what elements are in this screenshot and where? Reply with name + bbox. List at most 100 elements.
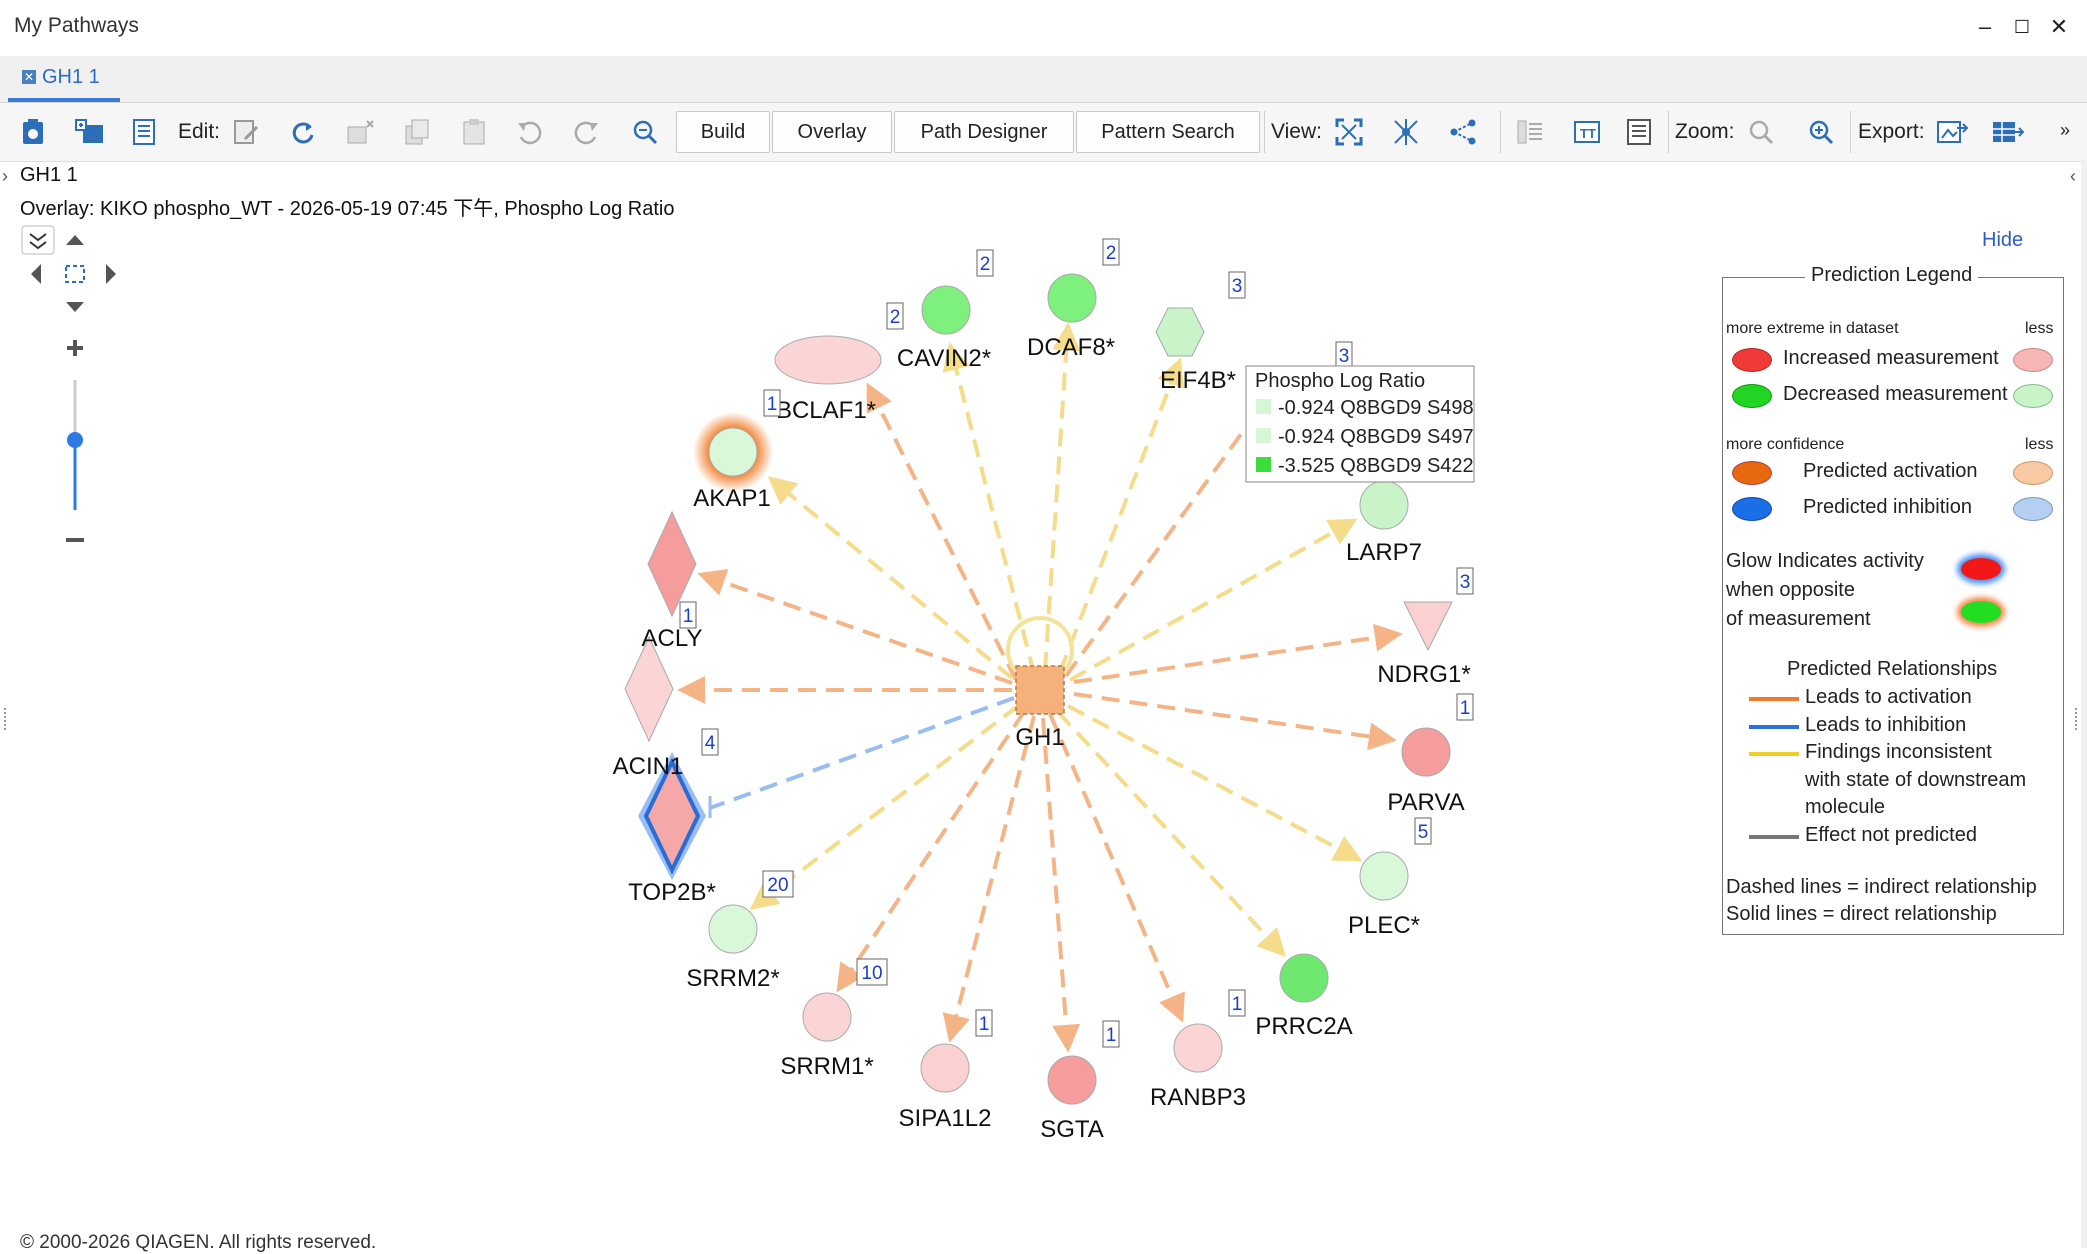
- node-srrm2[interactable]: [708, 904, 758, 954]
- legend-decreased: Decreased measurement: [1783, 383, 2008, 405]
- badge-akap1[interactable]: 1: [767, 394, 778, 415]
- edge-gh1-q8bgd9[interactable]: [1064, 406, 1262, 678]
- glow-orange-swatch: [1961, 601, 2001, 623]
- tooltip-title: Phospho Log Ratio: [1255, 370, 1425, 392]
- legend-predicted-activation: Predicted activation: [1803, 460, 1978, 482]
- label-plec: PLEC*: [1348, 912, 1420, 939]
- node-acin1[interactable]: [624, 635, 674, 743]
- legend-less: less: [2025, 320, 2054, 337]
- badge-srrm2[interactable]: 20: [767, 875, 788, 896]
- tooltip-swatch: [1256, 428, 1271, 443]
- phospho-tooltip: Phospho Log Ratio -0.924 Q8BGD9 S498 -0.…: [1245, 365, 1475, 483]
- badge-sipa1l2[interactable]: 1: [979, 1014, 990, 1035]
- node-dcaf8[interactable]: [1047, 273, 1097, 323]
- node-gh1[interactable]: [1015, 665, 1065, 715]
- zoom-slider-thumb[interactable]: [67, 432, 83, 448]
- increased-weak-swatch: [2013, 348, 2053, 372]
- navigation-controls: [21, 225, 116, 542]
- node-bclaf1[interactable]: [774, 335, 882, 385]
- edge-gh1-ndrg1[interactable]: [1073, 623, 1403, 684]
- badge-acin1[interactable]: 4: [705, 733, 716, 754]
- legend-title: Prediction Legend: [1805, 264, 1979, 287]
- node-ndrg1[interactable]: [1403, 601, 1453, 652]
- badge-plec[interactable]: 5: [1418, 822, 1429, 843]
- badge-cavin2-alt[interactable]: 2: [980, 254, 991, 275]
- edge-gh1-bclaf1[interactable]: [866, 382, 1018, 681]
- zoom-plus-icon[interactable]: [67, 340, 83, 356]
- node-srrm1[interactable]: [802, 992, 852, 1042]
- left-resize-handle[interactable]: [4, 708, 10, 730]
- badge-ndrg1[interactable]: 3: [1460, 572, 1471, 593]
- badge-sgta[interactable]: 1: [1106, 1025, 1117, 1046]
- label-ranbp3: RANBP3: [1150, 1084, 1246, 1111]
- edge-gh1-srrm1[interactable]: [836, 710, 1026, 993]
- inhibition-strong-swatch: [1732, 497, 1772, 521]
- legend-glow-line1: Glow Indicates activity: [1726, 550, 1924, 572]
- legend-predicted-inhibition: Predicted inhibition: [1803, 496, 1972, 518]
- edge-gh1-top2b[interactable]: [709, 696, 1015, 810]
- tooltip-swatch: [1256, 457, 1271, 472]
- legend-more-extreme: more extreme in dataset: [1726, 320, 1899, 337]
- node-ranbp3[interactable]: [1173, 1023, 1223, 1073]
- edge-gh1-acly[interactable]: [697, 569, 1013, 685]
- edge-gh1-larp7[interactable]: [1069, 518, 1358, 682]
- badge-parva[interactable]: 1: [1460, 698, 1471, 719]
- node-larp7[interactable]: [1359, 480, 1409, 530]
- pan-right-icon[interactable]: [106, 264, 116, 284]
- copyright-footer: © 2000-2026 QIAGEN. All rights reserved.: [20, 1232, 377, 1253]
- node-sipa1l2[interactable]: [920, 1043, 970, 1093]
- node-eif4b[interactable]: [1155, 307, 1205, 357]
- legend-increased: Increased measurement: [1783, 347, 1999, 369]
- label-akap1: AKAP1: [693, 485, 770, 512]
- increased-strong-swatch: [1732, 348, 1772, 372]
- badge-dcaf8[interactable]: 2: [1106, 243, 1117, 264]
- tooltip-row: -0.924 Q8BGD9 S498: [1278, 397, 1474, 419]
- hide-legend-link[interactable]: Hide: [1982, 229, 2023, 252]
- edge-gh1-prrc2a[interactable]: [1056, 710, 1286, 958]
- pan-down-icon[interactable]: [66, 302, 84, 312]
- legend-leads-activation: Leads to activation: [1805, 686, 1972, 708]
- badge-larp7[interactable]: 3: [1339, 346, 1350, 367]
- label-gh1: GH1: [1015, 724, 1064, 751]
- node-sgta[interactable]: [1047, 1055, 1097, 1105]
- legend-effect-not-predicted: Effect not predicted: [1805, 824, 1977, 846]
- label-sipa1l2: SIPA1L2: [899, 1105, 992, 1132]
- legend-findings-line3: molecule: [1805, 796, 1886, 818]
- center-view-icon[interactable]: [65, 265, 85, 283]
- decreased-weak-swatch: [2013, 384, 2053, 408]
- node-prrc2a[interactable]: [1279, 953, 1329, 1003]
- legend-glow-line3: of measurement: [1726, 608, 1871, 630]
- label-srrm2: SRRM2*: [686, 965, 779, 992]
- edge-gh1-sgta[interactable]: [1041, 717, 1081, 1053]
- badge-srrm1[interactable]: 10: [861, 963, 882, 984]
- blue-line-swatch: [1749, 725, 1799, 729]
- pan-up-icon[interactable]: [66, 235, 84, 245]
- legend-more-confidence: more confidence: [1726, 436, 1845, 453]
- activation-strong-swatch: [1732, 461, 1772, 485]
- edge-gh1-plec[interactable]: [1067, 704, 1363, 862]
- node-cavin2[interactable]: [921, 285, 971, 335]
- badge-acly[interactable]: 1: [683, 606, 694, 627]
- node-parva[interactable]: [1401, 727, 1451, 777]
- label-prrc2a: PRRC2A: [1255, 1013, 1352, 1040]
- label-acly: ACLY: [642, 625, 703, 652]
- right-resize-handle[interactable]: [2075, 708, 2081, 730]
- legend-findings-line2: with state of downstream: [1805, 769, 2027, 791]
- edge-gh1-akap1[interactable]: [767, 476, 1014, 680]
- vertical-scrollbar[interactable]: [2081, 160, 2087, 1248]
- edge-gh1-ranbp3[interactable]: [1048, 713, 1185, 1023]
- pan-left-icon[interactable]: [31, 264, 41, 284]
- node-akap1[interactable]: [708, 427, 758, 477]
- edge-gh1-eif4b[interactable]: [1058, 357, 1185, 673]
- legend-dashed: Dashed lines = indirect relationship: [1726, 876, 2037, 898]
- node-plec[interactable]: [1359, 851, 1409, 901]
- glow-blue-swatch: [1961, 558, 2001, 580]
- edge-gh1-sipa1l2[interactable]: [942, 715, 1036, 1043]
- badge-ranbp3[interactable]: 1: [1232, 994, 1243, 1015]
- legend-findings-line1: Findings inconsistent: [1805, 741, 1992, 763]
- node-acly[interactable]: [647, 510, 697, 618]
- badge-eif4b[interactable]: 3: [1232, 276, 1243, 297]
- badge-cavin2[interactable]: 2: [890, 307, 901, 328]
- orange-line-swatch: [1749, 697, 1799, 701]
- gray-line-swatch: [1749, 835, 1799, 839]
